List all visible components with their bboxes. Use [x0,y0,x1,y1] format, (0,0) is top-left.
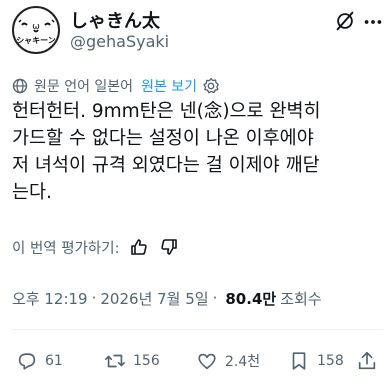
tweet-date[interactable]: 2026년 7월 5일 [100,288,208,309]
divider [12,329,382,330]
display-name[interactable]: しゃきん太 [70,7,160,33]
thumb-up-icon[interactable] [129,237,149,257]
translation-note: 원문 언어 일본어 [34,79,134,95]
tweet-body: 헌터헌터. 9mm탄은 넨(念)으로 완벽히 가드할 수 없다는 설정이 나온 … [12,98,382,206]
rate-translation: 이 번역 평가하기: [12,236,179,258]
action-bar: 61 156 2.4천 158 [12,346,382,376]
like-icon [198,353,216,370]
tweet-line: 저 녀석이 규격 외였다는 걸 이제야 깨닫 [12,155,320,176]
rate-translation-label: 이 번역 평가하기: [12,240,120,257]
tweet-meta: 오후 12:19 · 2026년 7월 5일 · 80.4만 조회수 [12,287,322,309]
reply-button[interactable]: 61 [16,346,63,376]
more-icon[interactable] [362,12,384,32]
bookmark-count: 158 [317,353,344,369]
svg-text:ω: ω [32,22,40,32]
share-icon [358,351,376,370]
tweet-time[interactable]: 오후 12:19 [12,288,88,309]
like-button[interactable]: 2.4천 [196,346,260,376]
show-original-link[interactable]: 원본 보기 [141,76,197,96]
views-label: 조회수 [280,289,322,308]
retweet-count: 156 [133,353,160,369]
user-handle[interactable]: @gehaSyaki [70,32,169,51]
bookmark-icon [292,352,306,370]
tweet-line: 가드할 수 없다는 설정이 나온 이후에야 [12,128,314,149]
settings-icon[interactable] [202,77,220,95]
translation-bar: 원문 언어 일본어 원본 보기 [12,76,220,96]
retweet-button[interactable]: 156 [104,346,160,376]
like-count: 2.4천 [225,354,261,370]
thumb-down-icon[interactable] [159,237,179,257]
retweet-icon [105,354,125,368]
share-button[interactable] [356,346,385,376]
avatar-caption: シャキーン [16,36,56,45]
grok-icon[interactable] [334,10,356,32]
tweet-line: 헌터헌터. 9mm탄은 넨(念)으로 완벽히 [12,101,321,122]
views-count: 80.4만 [225,289,277,308]
globe-icon [12,78,28,94]
avatar[interactable]: ω シャキーン [12,6,60,54]
tweet-line: 는다. [12,182,52,203]
bookmark-button[interactable]: 158 [288,346,344,376]
meta-separator: · [91,289,97,307]
reply-count: 61 [45,353,63,369]
meta-separator: · [212,289,218,307]
reply-icon [18,353,36,370]
tweet-header: ω シャキーン しゃきん太 @gehaSyaki [12,6,384,54]
